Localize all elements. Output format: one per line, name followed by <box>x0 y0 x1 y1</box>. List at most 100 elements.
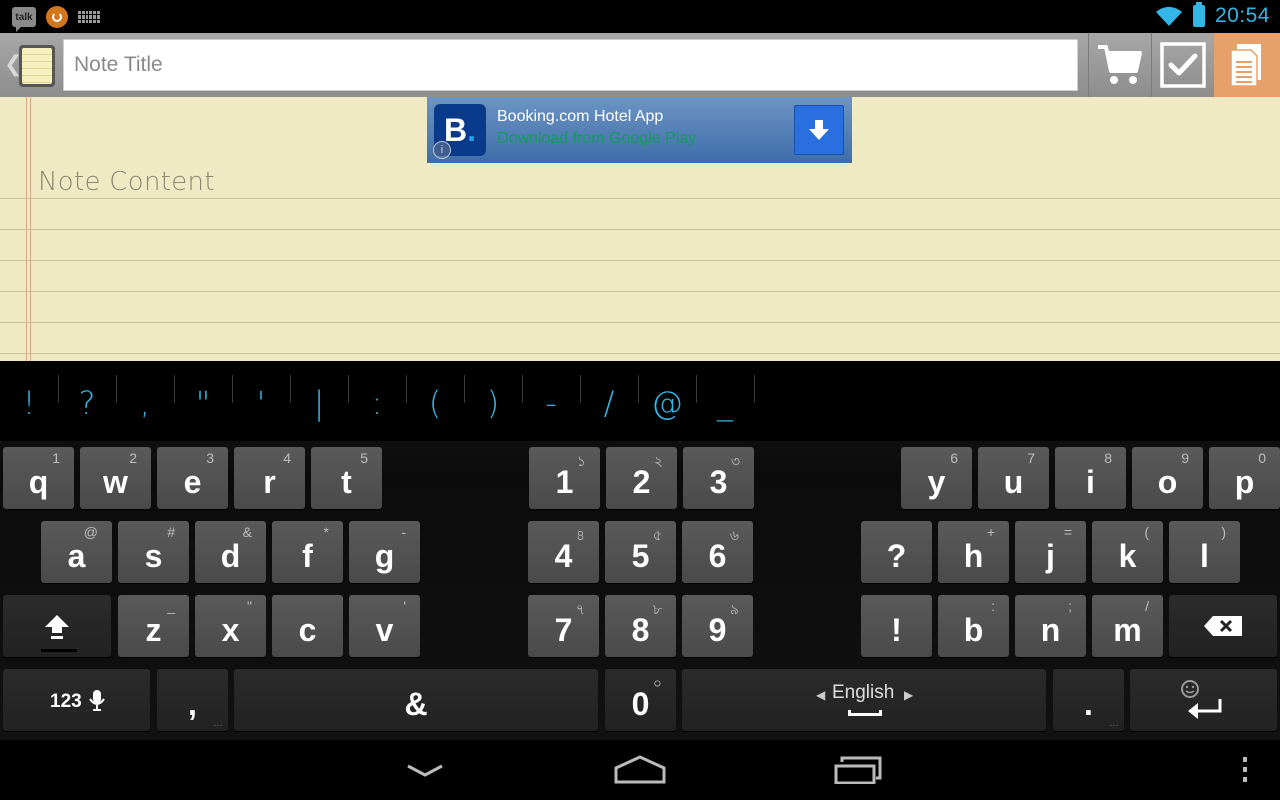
notepad-app-icon[interactable] <box>19 45 55 87</box>
key-e[interactable]: e3 <box>157 447 228 509</box>
suggestion-item[interactable]: | <box>290 379 348 427</box>
backspace-key[interactable] <box>1169 595 1277 657</box>
ad-banner[interactable]: B. i Booking.com Hotel App Download from… <box>427 97 852 163</box>
key-r[interactable]: r4 <box>234 447 305 509</box>
key-secondary-label: - <box>401 524 406 540</box>
key-secondary-label: * <box>323 524 329 540</box>
key-exclamation[interactable]: ! <box>861 595 932 657</box>
more-keys-indicator: … <box>213 718 223 729</box>
talk-icon: talk <box>12 7 36 32</box>
key-v[interactable]: v ' <box>349 595 420 657</box>
key-d[interactable]: d & <box>195 521 266 583</box>
key-h[interactable]: h + <box>938 521 1009 583</box>
ad-info-icon[interactable]: i <box>433 141 451 159</box>
key-o[interactable]: o9 <box>1132 447 1203 509</box>
spacebar-language-key[interactable]: ◀ English ▶ <box>682 669 1046 731</box>
more-vertical-icon <box>1243 757 1247 782</box>
key-secondary-label: ৮ <box>652 601 662 617</box>
key-label: ! <box>891 612 902 648</box>
key-secondary-label: ৬ <box>729 527 739 543</box>
suggestion-item[interactable]: ( <box>406 379 464 427</box>
text-note-button[interactable] <box>1214 33 1280 97</box>
key-3[interactable]: 3৩ <box>683 447 754 509</box>
note-content-input[interactable] <box>38 167 1238 197</box>
key-y[interactable]: y6 <box>901 447 972 509</box>
key-f[interactable]: f * <box>272 521 343 583</box>
suggestion-item[interactable]: , <box>116 379 174 427</box>
key-g[interactable]: g- <box>349 521 420 583</box>
suggestion-item[interactable]: - <box>522 379 580 427</box>
key-7[interactable]: 7৭ <box>528 595 599 657</box>
key-u[interactable]: u7 <box>978 447 1049 509</box>
key-k[interactable]: k( <box>1092 521 1163 583</box>
key-b[interactable]: b: <box>938 595 1009 657</box>
key-label: i <box>1086 464 1095 500</box>
key-5[interactable]: 5৫ <box>605 521 676 583</box>
key-label: p <box>1234 464 1255 500</box>
suggestion-item[interactable]: @ <box>638 379 696 427</box>
key-label: 3 <box>709 464 728 500</box>
key-x[interactable]: x " <box>195 595 266 657</box>
suggestion-item[interactable]: ? <box>58 379 116 427</box>
key-4[interactable]: 4৪ <box>528 521 599 583</box>
note-paper: B. i Booking.com Hotel App Download from… <box>0 97 1280 361</box>
key-secondary-label: 5 <box>360 450 368 466</box>
key-secondary-label: 2 <box>129 450 137 466</box>
key-label: 6 <box>708 538 727 574</box>
key-l[interactable]: l) <box>1169 521 1240 583</box>
symbols-voice-key[interactable]: 123 <box>3 669 150 731</box>
key-2[interactable]: 2২ <box>606 447 677 509</box>
suggestion-item[interactable]: / <box>580 379 638 427</box>
key-j[interactable]: j = <box>1015 521 1086 583</box>
enter-emoji-key[interactable] <box>1130 669 1277 731</box>
key-z[interactable]: z _ <box>118 595 189 657</box>
key-6[interactable]: 6৬ <box>682 521 753 583</box>
suggestion-item[interactable]: ) <box>464 379 522 427</box>
suggestion-item[interactable]: " <box>174 379 232 427</box>
key-t[interactable]: t5 <box>311 447 382 509</box>
recent-apps-icon <box>834 756 882 784</box>
key-i[interactable]: i8 <box>1055 447 1126 509</box>
key-c[interactable]: c <box>272 595 343 657</box>
ad-title: Booking.com Hotel App <box>497 108 664 125</box>
suggestion-item[interactable]: : <box>348 379 406 427</box>
overflow-menu-button[interactable] <box>1230 750 1260 790</box>
checklist-button[interactable] <box>1151 33 1214 97</box>
key-label: t <box>341 464 352 500</box>
key-n[interactable]: n; <box>1015 595 1086 657</box>
key-9[interactable]: 9৯ <box>682 595 753 657</box>
download-arrow-icon <box>809 120 829 140</box>
key-s[interactable]: s # <box>118 521 189 583</box>
key-w[interactable]: w2 <box>80 447 151 509</box>
clock: 20:54 <box>1214 4 1270 27</box>
key-label: c <box>298 612 317 648</box>
key-secondary-label: 4 <box>283 450 291 466</box>
key-question[interactable]: ? <box>861 521 932 583</box>
key-secondary-label: 6 <box>950 450 958 466</box>
hide-keyboard-button[interactable] <box>395 750 455 790</box>
suggestion-item[interactable]: ' <box>232 379 290 427</box>
key-q[interactable]: q1 <box>3 447 74 509</box>
key-1[interactable]: 1১ <box>529 447 600 509</box>
key-m[interactable]: m / <box>1092 595 1163 657</box>
checkbox-icon <box>1160 42 1206 88</box>
suggestion-item[interactable]: _ <box>696 379 754 427</box>
ad-download-button[interactable] <box>794 105 844 155</box>
shift-key[interactable] <box>3 595 111 657</box>
note-title-input[interactable] <box>63 39 1078 91</box>
key-0[interactable]: 0০ <box>605 669 676 731</box>
suggestion-item[interactable]: ! <box>0 379 58 427</box>
recent-apps-button[interactable] <box>828 750 888 790</box>
key-p[interactable]: p0 <box>1209 447 1280 509</box>
period-key[interactable]: .… <box>1053 669 1124 731</box>
key-label: o <box>1157 464 1178 500</box>
space-icon <box>848 710 882 716</box>
shopping-list-button[interactable] <box>1088 33 1151 97</box>
key-secondary-label: ৫ <box>652 527 662 543</box>
key-a[interactable]: a @ <box>41 521 112 583</box>
key-label: j <box>1046 538 1055 574</box>
comma-key[interactable]: ,… <box>157 669 228 731</box>
key-8[interactable]: 8৮ <box>605 595 676 657</box>
ampersand-key[interactable]: & <box>234 669 598 731</box>
home-button[interactable] <box>610 750 670 790</box>
